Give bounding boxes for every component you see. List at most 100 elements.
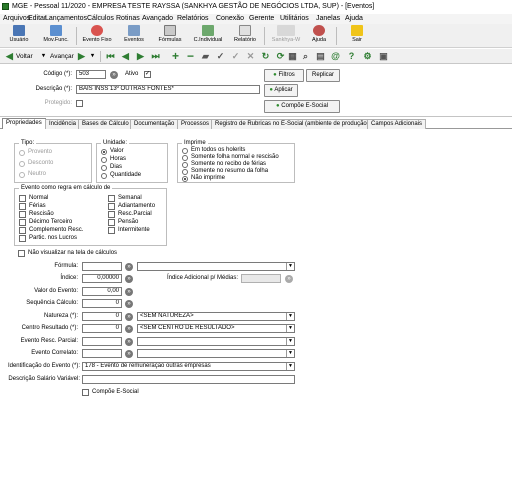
menu-conexao[interactable]: Conexão	[216, 14, 244, 24]
regra-resc-parcial-checkbox[interactable]	[108, 211, 115, 218]
search-icon[interactable]: ⌕	[300, 51, 311, 62]
menu-editar[interactable]: Editar	[28, 14, 46, 24]
imprime-nao-imprime-radio[interactable]	[182, 176, 188, 182]
last-record-icon[interactable]: ⏭	[150, 51, 161, 62]
imprime-folha-normal-radio[interactable]	[182, 155, 188, 161]
descricao-salario-input[interactable]	[82, 375, 295, 384]
menu-janelas[interactable]: Janelas	[316, 14, 340, 24]
tipo-provento-radio[interactable]	[19, 150, 25, 156]
tab-documentacao[interactable]: Documentação	[130, 119, 179, 129]
regra-partic-lucros-checkbox[interactable]	[19, 235, 26, 242]
camera-icon[interactable]: ▣	[378, 51, 389, 62]
save-record-icon[interactable]: ✓	[215, 51, 226, 62]
indice-adicional-input[interactable]	[241, 274, 281, 283]
imprime-todos-radio[interactable]	[182, 148, 188, 154]
evento-correlato-code-input[interactable]	[82, 349, 122, 358]
natureza-select[interactable]: <SEM NATUREZA> ▼	[137, 312, 295, 321]
menu-gerente[interactable]: Gerente	[249, 14, 274, 24]
tab-incidencia[interactable]: Incidência	[45, 119, 81, 129]
formula-select[interactable]: ▼	[137, 262, 295, 271]
voltar-button[interactable]: Voltar	[16, 51, 33, 62]
confirm-icon[interactable]: ✓	[230, 51, 241, 62]
tab-campos-adicionais[interactable]: Campos Adicionais	[367, 119, 427, 129]
reload-icon[interactable]: ⟳	[275, 51, 286, 62]
regra-semanal-checkbox[interactable]	[108, 195, 115, 202]
regra-pensao-checkbox[interactable]	[108, 219, 115, 226]
valor-input[interactable]: 0,00	[82, 287, 122, 296]
formula-code-input[interactable]	[82, 262, 122, 271]
regra-normal-checkbox[interactable]	[19, 195, 26, 202]
menu-avancado[interactable]: Avançado	[142, 14, 173, 24]
filter-icon[interactable]: ▤	[315, 51, 326, 62]
sequencia-lookup-icon[interactable]: »	[125, 300, 133, 308]
replicar-button[interactable]: Replicar	[306, 69, 340, 82]
refresh-icon[interactable]: ↻	[260, 51, 271, 62]
evento-correlato-lookup-icon[interactable]: »	[125, 350, 133, 358]
evento-fixo-button[interactable]: Evento Fixo	[79, 25, 115, 47]
email-icon[interactable]: @	[330, 51, 341, 62]
tab-processos[interactable]: Processos	[177, 119, 214, 129]
c-individual-button[interactable]: C.Individual	[190, 25, 226, 47]
imprime-recibo-ferias-radio[interactable]	[182, 162, 188, 168]
indice-adicional-lookup-icon[interactable]: »	[285, 275, 293, 283]
eventos-button[interactable]: Eventos	[120, 25, 148, 47]
aplicar-button[interactable]: ● Aplicar	[264, 84, 298, 97]
menu-relatorios[interactable]: Relatórios	[177, 14, 209, 24]
regra-adiantamento-checkbox[interactable]	[108, 203, 115, 210]
menu-ajuda[interactable]: Ajuda	[345, 14, 363, 24]
regra-intermitente-checkbox[interactable]	[108, 227, 115, 234]
natureza-code-input[interactable]: 0	[82, 312, 122, 321]
avancar-dropdown-icon[interactable]: ▾	[87, 51, 98, 62]
help-question-icon[interactable]: ?	[346, 51, 357, 62]
centro-resultado-code-input[interactable]: 0	[82, 324, 122, 333]
regra-complemento-resc-checkbox[interactable]	[19, 227, 26, 234]
arrow-right-icon[interactable]: ▶	[76, 51, 87, 62]
first-record-icon[interactable]: ⏮	[105, 51, 116, 62]
filtros-button[interactable]: ● Filtros	[264, 69, 304, 82]
regra-decimo-terceiro-checkbox[interactable]	[19, 219, 26, 226]
unidade-horas-radio[interactable]	[101, 157, 107, 163]
unidade-valor-radio[interactable]	[101, 149, 107, 155]
tipo-neutro-radio[interactable]	[19, 172, 25, 178]
edit-record-icon[interactable]: ▰	[200, 51, 211, 62]
unidade-quantidade-radio[interactable]	[101, 173, 107, 179]
centro-resultado-lookup-icon[interactable]: »	[125, 325, 133, 333]
menu-utilitarios[interactable]: Utilitários	[280, 14, 309, 24]
imprime-resumo-folha-radio[interactable]	[182, 169, 188, 175]
menu-lancamentos[interactable]: Lançamentos	[45, 14, 87, 24]
avancar-button[interactable]: Avançar	[50, 51, 74, 62]
indice-input[interactable]: 0,00000	[82, 274, 122, 283]
voltar-dropdown-icon[interactable]: ▾	[38, 51, 49, 62]
previous-record-icon[interactable]: ◀	[120, 51, 131, 62]
protegido-checkbox[interactable]	[76, 100, 83, 107]
tipo-desconto-radio[interactable]	[19, 161, 25, 167]
menu-arquivos[interactable]: Arquivos	[3, 14, 30, 24]
sequencia-input[interactable]: 0	[82, 299, 122, 308]
menu-rotinas[interactable]: Rotinas	[116, 14, 140, 24]
sankhya-w-button[interactable]: Sankhya-W	[268, 25, 304, 47]
identificacao-select[interactable]: 178 - Evento de remuneração outras empre…	[82, 362, 295, 371]
usuario-button[interactable]: Usuário	[6, 25, 32, 47]
regra-rescisao-checkbox[interactable]	[19, 211, 26, 218]
indice-lookup-icon[interactable]: »	[125, 275, 133, 283]
ativo-checkbox[interactable]: ✓	[144, 71, 151, 78]
menu-calculos[interactable]: Cálculos	[87, 14, 114, 24]
evento-resc-parcial-lookup-icon[interactable]: »	[125, 338, 133, 346]
evento-resc-parcial-code-input[interactable]	[82, 337, 122, 346]
sair-button[interactable]: Sair	[346, 25, 368, 47]
formulas-button[interactable]: Fórmulas	[156, 25, 184, 47]
descricao-input[interactable]: BAIS INSS 13º OUTRAS FONTES*	[76, 85, 260, 94]
evento-resc-parcial-select[interactable]: ▼	[137, 337, 295, 346]
regra-ferias-checkbox[interactable]	[19, 203, 26, 210]
codigo-input[interactable]: 503	[76, 70, 106, 79]
tab-registro-rubricas[interactable]: Registro de Rubricas no E-Social (ambien…	[211, 119, 373, 129]
tab-propriedades[interactable]: Propriedades	[2, 118, 46, 129]
unidade-dias-radio[interactable]	[101, 165, 107, 171]
compoe-esocial-button[interactable]: ● Compõe E-Social	[264, 100, 340, 113]
grid-icon[interactable]: ▦	[287, 51, 298, 62]
cancel-icon[interactable]: ✕	[245, 51, 256, 62]
remove-record-icon[interactable]: −	[185, 50, 196, 62]
centro-resultado-select[interactable]: <SEM CENTRO DE RESULTADO> ▼	[137, 324, 295, 333]
next-record-icon[interactable]: ▶	[135, 51, 146, 62]
valor-lookup-icon[interactable]: »	[125, 288, 133, 296]
